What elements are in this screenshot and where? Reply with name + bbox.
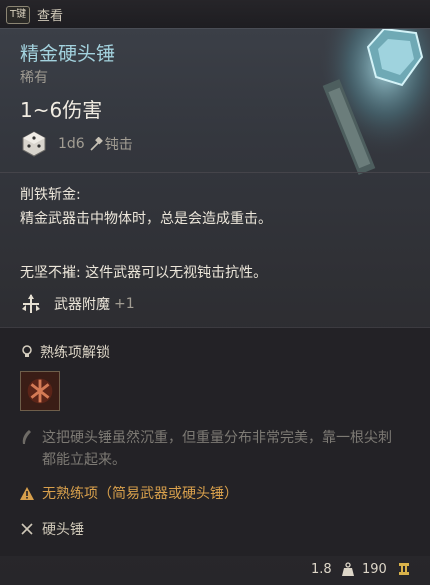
damage-type: 钝击 <box>104 137 133 153</box>
weight-icon <box>342 562 354 576</box>
divider <box>0 172 430 173</box>
lightbulb-icon <box>22 345 32 357</box>
enchant-label: 武器附魔 <box>54 297 110 313</box>
mace-weapon-icon <box>318 29 430 179</box>
damage-formula: 1d6 <box>58 136 85 152</box>
ability-description: 精金武器击中物体时，总是会造成重击。 <box>20 211 272 227</box>
proficiency-warning-row: 无熟练项（简易武器或硬头锤） <box>20 483 238 503</box>
proficiency-warning: 无熟练项（简易武器或硬头锤） <box>42 486 238 502</box>
d6-dice-icon <box>22 131 46 157</box>
enchant-value: +1 <box>114 296 135 312</box>
item-weight: 1.8 <box>311 562 332 577</box>
view-action-label[interactable]: 查看 <box>37 5 63 24</box>
key-hint-badge: T键 <box>6 6 31 24</box>
blunt-damage-icon <box>90 137 103 151</box>
item-tooltip-card: 精金硬头锤 稀有 1~6伤害 1d6 钝击 削铁斩金: 精金武器击中物体时，总是… <box>0 28 430 585</box>
item-rarity: 稀有 <box>20 70 48 86</box>
item-footer: 1.8 190 <box>0 555 430 585</box>
proficiency-unlock-label: 熟练项解锁 <box>40 345 110 361</box>
warning-triangle-icon <box>20 486 34 500</box>
item-name: 精金硬头锤 <box>20 43 116 65</box>
crossed-weapons-icon <box>21 523 33 535</box>
weapon-enchant-icon <box>22 294 40 313</box>
proficiency-unlock-row: 熟练项解锁 <box>20 342 110 362</box>
weapon-type-label: 硬头锤 <box>42 522 84 538</box>
passive-description: 无坚不摧: 这件武器可以无视钝击抗性。 <box>20 265 268 281</box>
item-price: 190 <box>362 562 387 577</box>
ability-title: 削铁斩金: <box>20 187 81 203</box>
damage-detail-row: 1d6 钝击 <box>20 129 133 159</box>
weapon-type-row: 硬头锤 <box>20 519 84 539</box>
item-damage: 1~6伤害 <box>20 98 103 122</box>
proficiency-section: 熟练项解锁 这把硬头锤虽然沉重，但重量分布非常完美，靠一根尖刺都能立起来。 无熟… <box>0 327 430 556</box>
mace-proficiency-icon[interactable] <box>20 371 60 411</box>
gold-coin-icon <box>399 563 409 575</box>
enchantment-row: 武器附魔 +1 <box>20 291 135 317</box>
top-bar: T键 查看 <box>0 0 430 28</box>
flavor-text: 这把硬头锤虽然沉重，但重量分布非常完美，靠一根尖刺都能立起来。 <box>42 430 392 468</box>
quill-icon <box>22 430 31 444</box>
